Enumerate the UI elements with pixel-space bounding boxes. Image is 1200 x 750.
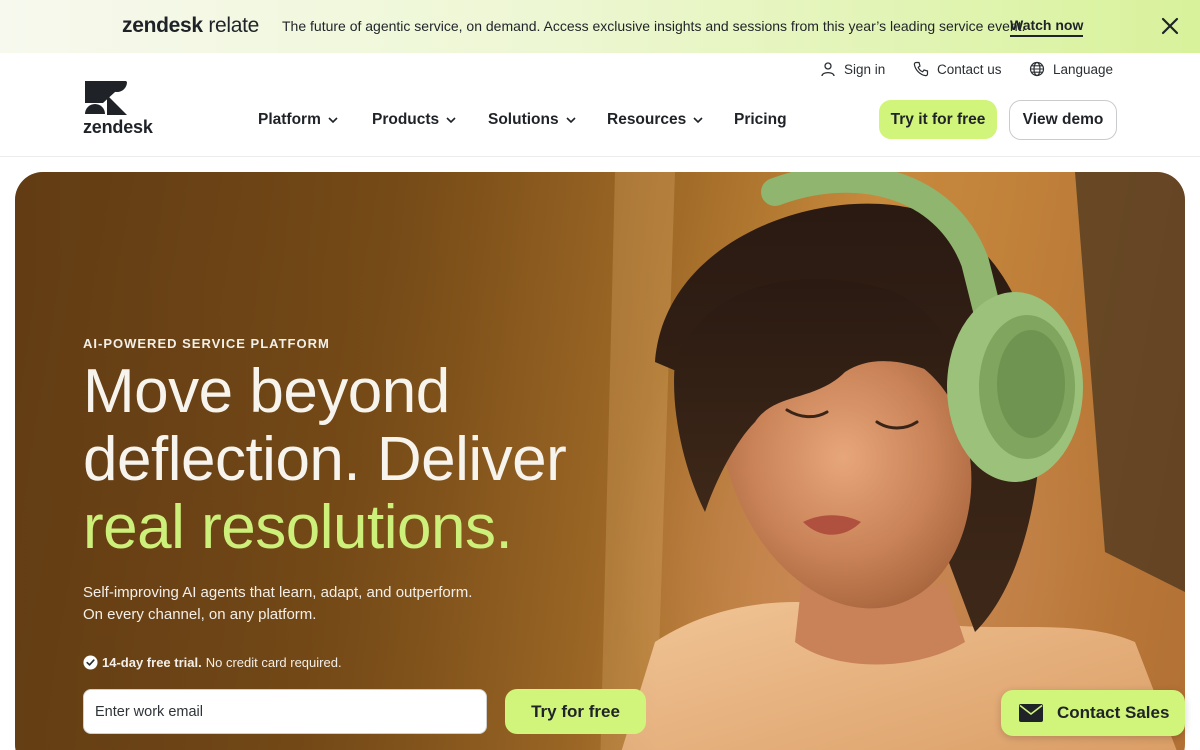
hero-headline: Move beyond deflection. Deliver real res…	[83, 357, 567, 562]
subtext-line-2: On every channel, on any platform.	[83, 606, 317, 623]
nav-pricing[interactable]: Pricing	[734, 111, 787, 129]
work-email-input[interactable]	[83, 689, 487, 734]
trial-note: 14-day free trial. No credit card requir…	[83, 655, 342, 670]
headline-line-2: deflection. Deliver	[83, 425, 567, 494]
hero-section: AI-POWERED SERVICE PLATFORM Move beyond …	[15, 172, 1185, 750]
nav-solutions[interactable]: Solutions	[488, 111, 577, 129]
contact-us-label: Contact us	[937, 61, 1002, 77]
language-selector[interactable]: Language	[1029, 61, 1113, 77]
site-header: zendesk Sign in Contact us Language Plat…	[0, 53, 1200, 157]
contact-sales-label: Contact Sales	[1057, 703, 1170, 722]
watch-now-link[interactable]: Watch now	[1010, 17, 1084, 37]
nav-resources[interactable]: Resources	[607, 111, 704, 129]
hero-subtext: Self-improving AI agents that learn, ada…	[83, 582, 472, 626]
hero-eyebrow: AI-POWERED SERVICE PLATFORM	[83, 336, 330, 351]
promo-banner: zendesk relate The future of agentic ser…	[0, 0, 1200, 53]
close-icon[interactable]	[1158, 14, 1182, 38]
banner-text: The future of agentic service, on demand…	[282, 18, 1026, 34]
zendesk-logo-mark-icon	[85, 81, 127, 115]
nav-resources-label: Resources	[607, 111, 687, 128]
subtext-line-1: Self-improving AI agents that learn, ada…	[83, 584, 473, 601]
headline-accent: real resolutions.	[83, 493, 513, 562]
logo-wordmark: zendesk	[83, 117, 153, 137]
chevron-down-icon	[446, 117, 456, 124]
nav-platform-label: Platform	[258, 111, 321, 128]
zendesk-relate-logo: zendesk relate	[122, 14, 260, 37]
contact-us-link[interactable]: Contact us	[913, 61, 1002, 77]
view-demo-button[interactable]: View demo	[1009, 100, 1117, 140]
chevron-down-icon	[693, 117, 703, 124]
check-circle-icon	[83, 655, 98, 670]
envelope-icon	[1019, 704, 1043, 722]
sign-in-link[interactable]: Sign in	[820, 61, 885, 77]
zendesk-logo[interactable]: zendesk	[83, 81, 163, 138]
trial-bold: 14-day free trial.	[102, 655, 202, 670]
language-label: Language	[1053, 61, 1114, 77]
user-icon	[821, 62, 835, 77]
try-it-free-button[interactable]: Try it for free	[879, 100, 997, 139]
sign-in-label: Sign in	[844, 61, 886, 77]
phone-icon	[913, 61, 929, 77]
chevron-down-icon	[328, 117, 338, 124]
headline-line-1: Move beyond	[83, 357, 450, 426]
trial-rest: No credit card required.	[205, 655, 342, 670]
chevron-down-icon	[566, 117, 576, 124]
nav-pricing-label: Pricing	[734, 111, 787, 128]
nav-products[interactable]: Products	[372, 111, 457, 129]
nav-solutions-label: Solutions	[488, 111, 559, 128]
try-for-free-button[interactable]: Try for free	[505, 689, 646, 734]
contact-sales-button[interactable]: Contact Sales	[1001, 690, 1185, 736]
nav-products-label: Products	[372, 111, 440, 128]
globe-icon	[1029, 61, 1045, 77]
nav-platform[interactable]: Platform	[258, 111, 339, 129]
